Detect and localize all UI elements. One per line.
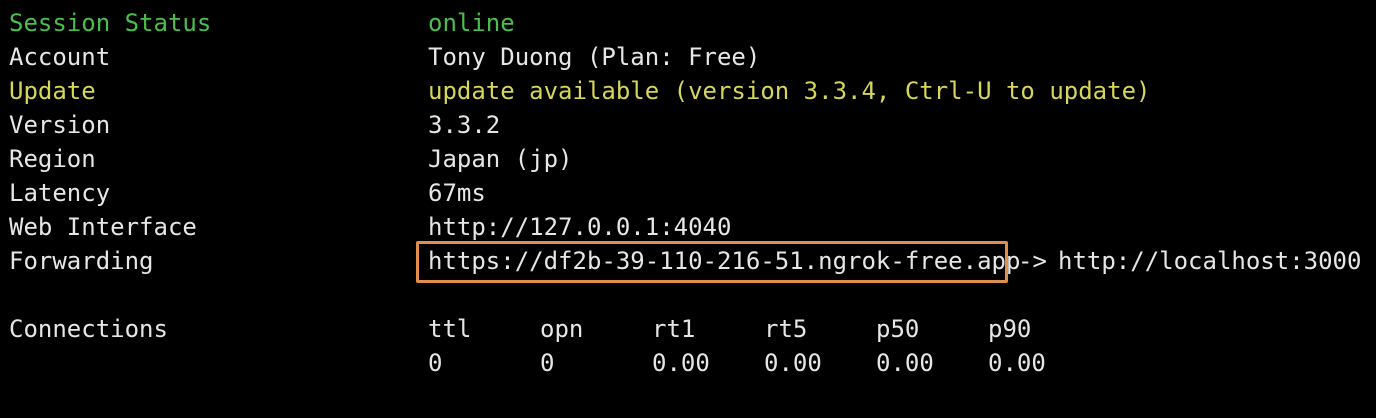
row-account: Account Tony Duong (Plan: Free) [0,40,760,74]
terminal-window: Session Status online Account Tony Duong… [0,0,1376,418]
forwarding-public-url[interactable]: https://df2b-39-110-216-51.ngrok-free.ap… [428,244,1020,278]
forwarding-arrow: -> [1018,247,1047,275]
connections-header-rt5: rt5 [764,315,808,343]
connections-value-p50: 0.00 [876,349,934,377]
account-value: Tony Duong (Plan: Free) [428,43,761,71]
row-update: Update update available (version 3.3.4, … [0,74,1150,108]
update-label: Update [9,77,96,105]
version-label: Version [9,111,111,139]
connections-header-ttl: ttl [428,315,472,343]
web-interface-url[interactable]: http://127.0.0.1:4040 [428,210,731,244]
connections-value-opn: 0 [540,349,555,377]
connections-header-opn: opn [540,315,584,343]
connections-header-p90: p90 [988,315,1032,343]
session-status-value: online [428,9,515,37]
web-interface-label: Web Interface [9,213,197,241]
update-value: update available (version 3.3.4, Ctrl-U … [428,77,1151,105]
forwarding-label: Forwarding [9,247,154,275]
region-label: Region [9,145,96,173]
connections-header-rt1: rt1 [652,315,696,343]
latency-value: 67ms [428,179,486,207]
row-web-interface: Web Interface http://127.0.0.1:4040 [0,210,731,244]
connections-value-ttl: 0 [428,349,443,377]
region-value: Japan (jp) [428,145,573,173]
latency-label: Latency [9,179,111,207]
row-region: Region Japan (jp) [0,142,573,176]
session-status-label: Session Status [9,9,212,37]
connections-value-rt5: 0.00 [764,349,822,377]
row-latency: Latency 67ms [0,176,486,210]
version-value: 3.3.2 [428,111,501,139]
connections-label: Connections [9,315,168,343]
row-forwarding: Forwarding https://df2b-39-110-216-51.ng… [0,244,1361,278]
row-connections-values: 0 0 0.00 0.00 0.00 0.00 [0,346,1046,380]
connections-value-p90: 0.00 [988,349,1046,377]
connections-value-rt1: 0.00 [652,349,710,377]
connections-header-p50: p50 [876,315,920,343]
forwarding-local-url[interactable]: http://localhost:3000 [1058,244,1361,278]
row-version: Version 3.3.2 [0,108,500,142]
row-connections-header: Connections ttl opn rt1 rt5 p50 p90 [0,312,1031,346]
account-label: Account [9,43,111,71]
row-session-status: Session Status online [0,6,515,40]
